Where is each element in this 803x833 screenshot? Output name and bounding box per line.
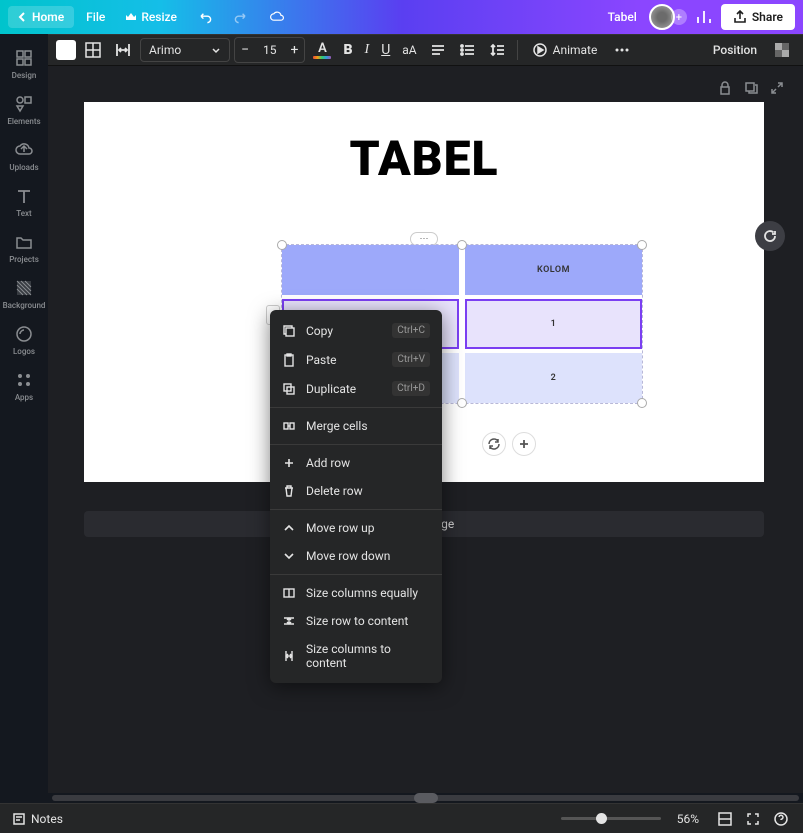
notes-icon <box>12 812 26 826</box>
resize-handle[interactable] <box>637 398 647 408</box>
horizontal-scrollbar[interactable] <box>48 793 803 803</box>
chevron-left-icon <box>18 12 28 22</box>
context-size-row-content[interactable]: Size row to content <box>270 607 442 635</box>
analytics-button[interactable] <box>691 4 717 30</box>
zoom-thumb[interactable] <box>596 813 607 824</box>
sidebar-item-elements[interactable]: Elements <box>0 88 48 132</box>
sidebar-item-background[interactable]: Background <box>0 272 48 316</box>
resize-handle[interactable] <box>457 240 467 250</box>
grid-view-button[interactable] <box>715 809 735 829</box>
bottom-bar: Notes 56% <box>0 803 803 833</box>
context-move-row-down[interactable]: Move row down <box>270 542 442 570</box>
cloud-sync-icon[interactable] <box>261 5 293 29</box>
bold-button[interactable]: B <box>339 38 356 62</box>
home-button[interactable]: Home <box>8 6 74 28</box>
redo-button[interactable] <box>225 5 257 29</box>
sidebar-item-design[interactable]: Design <box>0 42 48 86</box>
help-button[interactable] <box>771 809 791 829</box>
canvas-stage[interactable]: TABEL ⋯ ⋮ KOLOM BARIS 1 <box>48 66 803 803</box>
context-duplicate[interactable]: DuplicateCtrl+D <box>270 374 442 403</box>
document-title[interactable]: Tabel <box>608 10 637 24</box>
upload-icon <box>733 10 747 24</box>
fullscreen-button[interactable] <box>743 809 763 829</box>
increase-font-button[interactable]: + <box>285 38 305 62</box>
line-spacing-button[interactable] <box>485 37 511 63</box>
sidebar-item-apps[interactable]: Apps <box>0 364 48 408</box>
add-tool-button[interactable] <box>512 432 536 456</box>
context-menu: CopyCtrl+C PasteCtrl+V DuplicateCtrl+D M… <box>270 310 442 683</box>
text-color-button[interactable]: A <box>309 39 335 61</box>
zoom-value[interactable]: 56% <box>677 812 699 826</box>
chevron-down-icon <box>211 45 221 55</box>
expand-icon[interactable] <box>769 80 785 96</box>
text-align-button[interactable] <box>425 37 451 63</box>
add-collaborator-button[interactable]: + <box>671 9 687 25</box>
duplicate-page-icon[interactable] <box>743 80 759 96</box>
context-add-row[interactable]: Add row <box>270 449 442 477</box>
file-menu[interactable]: File <box>78 6 113 28</box>
format-toolbar: Arimo − 15 + A B I U aA Animate Posit <box>48 34 803 66</box>
context-merge-cells[interactable]: Merge cells <box>270 412 442 440</box>
resize-handle[interactable] <box>277 240 287 250</box>
sync-tool-button[interactable] <box>482 432 506 456</box>
animate-icon <box>532 42 548 58</box>
floating-tools <box>482 432 536 456</box>
transparency-button[interactable] <box>769 37 795 63</box>
font-size-stepper[interactable]: − 15 + <box>234 37 305 63</box>
notes-button[interactable]: Notes <box>12 812 63 826</box>
refresh-button[interactable] <box>755 221 785 251</box>
more-options-button[interactable] <box>609 37 635 63</box>
spacing-button[interactable] <box>110 37 136 63</box>
italic-button[interactable]: I <box>361 38 374 62</box>
text-case-button[interactable]: aA <box>398 39 420 61</box>
sidebar-item-projects[interactable]: Projects <box>0 226 48 270</box>
context-copy[interactable]: CopyCtrl+C <box>270 316 442 345</box>
decrease-font-button[interactable]: − <box>235 38 255 62</box>
list-button[interactable] <box>455 37 481 63</box>
underline-button[interactable]: U <box>377 38 394 62</box>
position-button[interactable]: Position <box>705 39 765 61</box>
share-button[interactable]: Share <box>721 4 795 30</box>
zoom-slider[interactable] <box>561 817 661 820</box>
page-controls <box>717 80 785 96</box>
border-style-button[interactable] <box>80 37 106 63</box>
sidebar-item-text[interactable]: Text <box>0 180 48 224</box>
crown-icon <box>125 11 137 23</box>
context-paste[interactable]: PasteCtrl+V <box>270 345 442 374</box>
left-sidebar: Design Elements Uploads Text Projects Ba… <box>0 34 48 803</box>
lock-icon[interactable] <box>717 80 733 96</box>
page-title[interactable]: TABEL <box>84 130 764 187</box>
font-family-select[interactable]: Arimo <box>140 38 230 62</box>
undo-button[interactable] <box>189 5 221 29</box>
animate-button[interactable]: Animate <box>524 38 606 62</box>
context-size-cols-equal[interactable]: Size columns equally <box>270 579 442 607</box>
context-size-cols-content[interactable]: Size columns to content <box>270 635 442 677</box>
sidebar-item-uploads[interactable]: Uploads <box>0 134 48 178</box>
top-bar: Home File Resize Tabel + Share <box>0 0 803 34</box>
avatar-group[interactable]: + <box>649 4 687 30</box>
context-delete-row[interactable]: Delete row <box>270 477 442 505</box>
resize-handle[interactable] <box>457 398 467 408</box>
sidebar-item-logos[interactable]: Logos <box>0 318 48 362</box>
context-move-row-up[interactable]: Move row up <box>270 514 442 542</box>
font-size-value[interactable]: 15 <box>255 43 285 57</box>
fill-color-swatch[interactable] <box>56 40 76 60</box>
home-label: Home <box>32 10 64 24</box>
resize-menu[interactable]: Resize <box>117 6 185 28</box>
resize-handle[interactable] <box>637 240 647 250</box>
